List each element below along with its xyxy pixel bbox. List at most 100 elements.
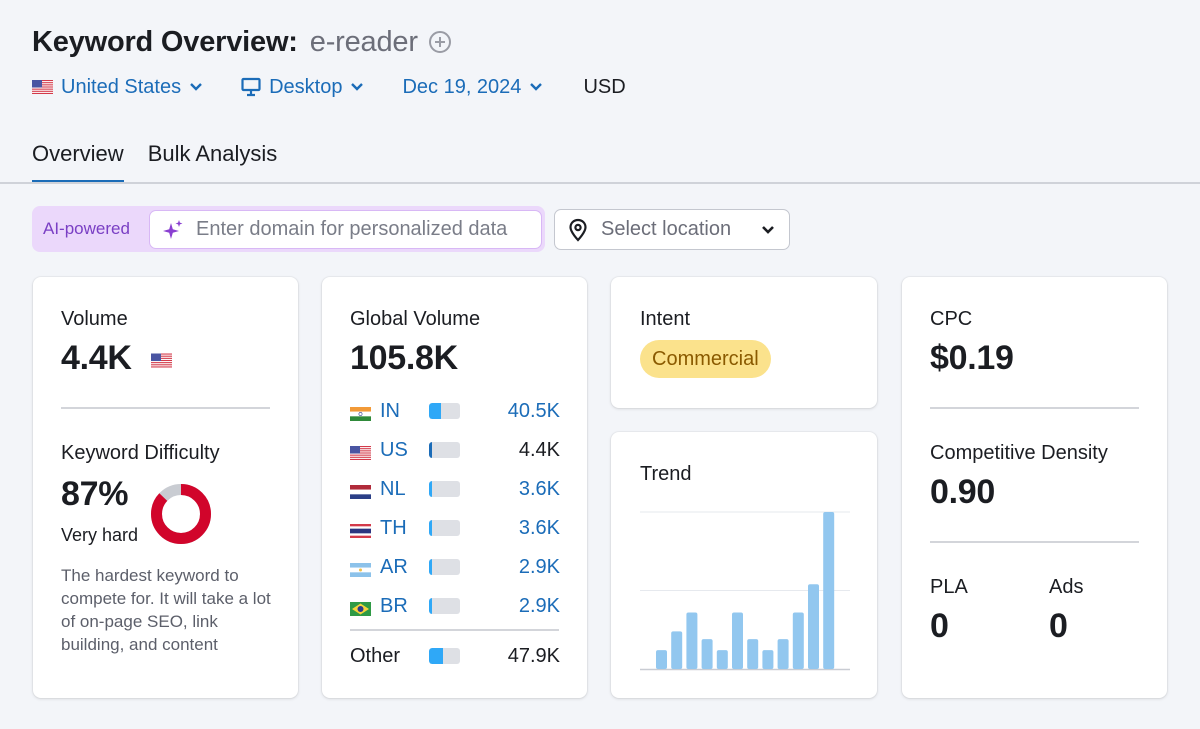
country-share-fill (429, 403, 441, 419)
country-volume[interactable]: 40.5K (460, 400, 560, 423)
kd-donut-fill (151, 484, 211, 544)
volume-label: Volume (61, 308, 128, 330)
us-flag-icon (151, 353, 172, 373)
kd-level: Very hard (61, 525, 139, 545)
trend-bar[interactable] (716, 650, 728, 669)
intent-badge: Commercial (640, 340, 771, 378)
country-volume[interactable]: 2.9K (460, 556, 560, 579)
keyword-text: e-reader (309, 25, 418, 58)
country-volume[interactable]: 3.6K (460, 478, 560, 501)
kd-donut-chart (151, 484, 211, 544)
pla-label: PLA (930, 576, 968, 598)
country-code[interactable]: NL (380, 478, 429, 501)
trend-bar[interactable] (656, 650, 667, 669)
trend-bar[interactable] (732, 612, 743, 669)
divider (61, 407, 270, 409)
trend-bar[interactable] (777, 639, 789, 669)
plus-circle-icon[interactable] (428, 30, 452, 54)
kd-value: 87% (61, 475, 129, 513)
domain-input[interactable] (196, 218, 536, 241)
country-code[interactable]: IN (380, 400, 429, 423)
location-select[interactable]: Select location (554, 209, 790, 250)
device-filter-label: Desktop (269, 75, 343, 98)
ads-value: 0 (1049, 607, 1068, 645)
country-share-bar (429, 481, 460, 497)
trend-bar[interactable] (747, 639, 759, 669)
kd-description: The hardest keyword to compete for. It w… (61, 566, 271, 654)
chevron-down-icon (761, 225, 775, 235)
tab-bulk-analysis[interactable]: Bulk Analysis (148, 138, 278, 184)
currency-label: USD (583, 75, 626, 98)
country-share-fill (429, 559, 433, 575)
trend-bar[interactable] (762, 650, 774, 669)
brazil-flag-icon (350, 599, 371, 616)
intent-card: Intent Commercial (611, 277, 877, 408)
country-volume[interactable]: 3.6K (460, 517, 560, 540)
argentina-flag-icon (350, 560, 371, 577)
country-row-us: US 4.4K (350, 438, 560, 462)
country-row-in: IN 40.5K (350, 399, 560, 423)
other-share-fill (429, 648, 444, 664)
trend-bar[interactable] (701, 639, 713, 669)
trend-bar[interactable] (808, 584, 819, 669)
country-row-nl: NL 3.6K (350, 477, 560, 501)
location-select-placeholder: Select location (601, 218, 732, 240)
tabs-divider (0, 182, 1200, 184)
netherlands-flag-icon (350, 482, 371, 499)
volume-value: 4.4K (61, 339, 132, 377)
thailand-flag-icon (350, 521, 371, 538)
country-code[interactable]: BR (380, 595, 429, 618)
ads-label: Ads (1049, 576, 1084, 598)
pla-value: 0 (930, 607, 949, 645)
country-share-fill (429, 442, 433, 458)
country-filter-label: United States (61, 75, 182, 98)
country-share-bar (429, 598, 460, 614)
date-filter-label: Dec 19, 2024 (402, 75, 522, 98)
ai-domain-box: AI-powered (32, 206, 545, 252)
other-share-bar (429, 648, 460, 664)
trend-bar[interactable] (671, 631, 683, 669)
cpc-card: CPC $0.19 Competitive Density 0.90 PLA 0… (902, 277, 1167, 698)
country-filter[interactable]: United States (32, 76, 203, 99)
country-code[interactable]: AR (380, 556, 429, 579)
chevron-down-icon (529, 82, 543, 92)
country-share-bar (429, 520, 460, 536)
global-volume-card: Global Volume 105.8K IN 40.5K US 4.4K NL 3.6K… (322, 277, 587, 698)
device-filter[interactable]: Desktop (241, 76, 364, 99)
country-row-br: BR 2.9K (350, 594, 560, 618)
volume-card: Volume 4.4K Keyword Difficulty 87% Very … (33, 277, 298, 698)
sparkle-icon (162, 219, 184, 241)
trend-card: Trend (611, 432, 877, 698)
divider (930, 541, 1139, 543)
india-flag-icon (350, 404, 371, 421)
global-volume-value: 105.8K (350, 339, 458, 377)
chevron-down-icon (350, 82, 364, 92)
country-code[interactable]: TH (380, 517, 429, 540)
competitive-density-label: Competitive Density (930, 442, 1108, 464)
country-code: US (380, 438, 408, 461)
country-volume[interactable]: 2.9K (460, 595, 560, 618)
country-volume: 4.4K (518, 438, 560, 461)
country-share-fill (429, 598, 433, 614)
trend-bar[interactable] (686, 612, 698, 669)
trend-bar[interactable] (792, 612, 804, 669)
tab-overview[interactable]: Overview (32, 138, 124, 184)
page-title: Keyword Overview: (32, 25, 298, 58)
country-row-th: TH 3.6K (350, 516, 560, 540)
domain-input-wrapper[interactable] (149, 210, 542, 249)
filters-bar: United States Desktop Dec 19, 2024 USD (32, 73, 626, 101)
other-value: 47.9K (507, 644, 560, 667)
country-share-bar (429, 403, 460, 419)
date-filter[interactable]: Dec 19, 2024 (402, 76, 543, 99)
trend-chart (640, 511, 850, 671)
tabs: Overview Bulk Analysis (32, 138, 301, 184)
country-row-other: Other 47.9K (350, 644, 560, 668)
trend-label: Trend (640, 463, 692, 485)
page-header: Keyword Overview: e-reader (32, 22, 452, 62)
other-label: Other (350, 644, 401, 667)
global-volume-label: Global Volume (350, 308, 481, 330)
desktop-icon (241, 77, 261, 97)
country-share-fill (429, 481, 433, 497)
trend-bar[interactable] (823, 512, 835, 669)
chevron-down-icon (189, 82, 203, 92)
